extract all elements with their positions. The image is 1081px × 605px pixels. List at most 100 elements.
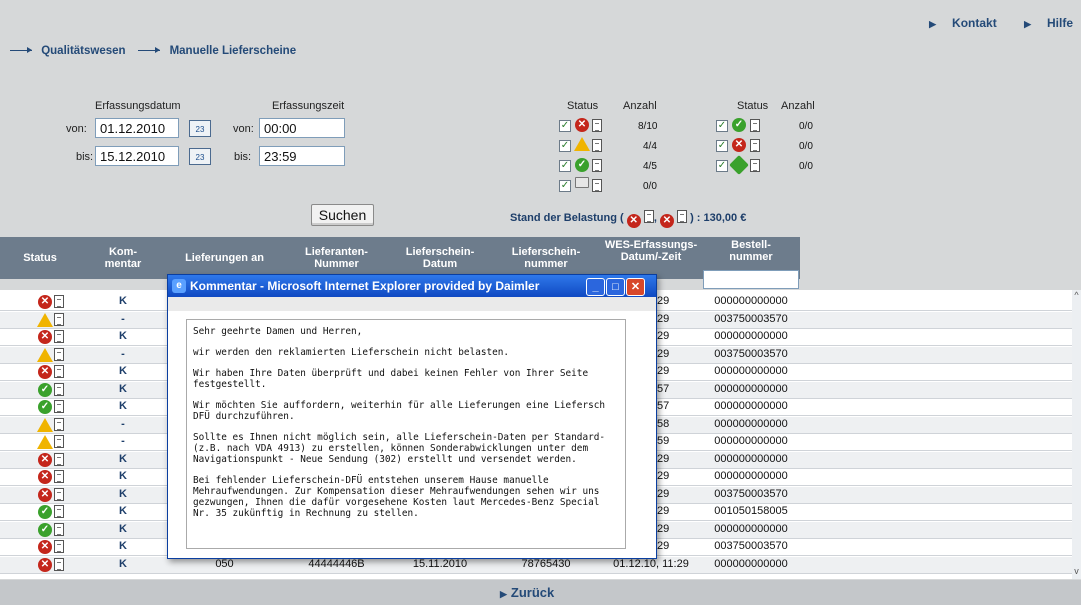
cell-kom[interactable]: K (82, 470, 164, 482)
cell-kom[interactable]: - (82, 348, 164, 360)
dialog-title: Kommentar - Microsoft Internet Explorer … (190, 279, 540, 293)
close-icon[interactable]: ✕ (626, 278, 645, 296)
header-status[interactable]: Status (0, 237, 80, 279)
triangle-right-icon: ▶ (929, 19, 937, 29)
envelope-icon (575, 177, 589, 188)
error-status-icon: ✕ (38, 557, 52, 572)
error-status-icon: ✕ (38, 470, 52, 484)
document-icon (54, 382, 64, 396)
cell-best: 003750003570 (714, 312, 788, 325)
comment-paragraph: Sehr geehrte Damen und Herren, (193, 326, 363, 337)
triangle-right-icon: ▶ (1024, 19, 1031, 29)
ok-status-icon: ✓ (38, 400, 52, 414)
cell-best: 000000000000 (714, 435, 788, 447)
date-to-input[interactable] (95, 146, 179, 166)
bestellnummer-filter-input[interactable] (703, 270, 799, 289)
cell-kom[interactable]: K (82, 400, 164, 412)
comment-paragraph: Sollte es Ihnen nicht möglich sein, alle… (193, 432, 606, 465)
dialog-titlebar[interactable]: e Kommentar - Microsoft Internet Explore… (168, 275, 656, 297)
cell-kom[interactable]: K (82, 505, 164, 517)
breadcrumb: Qualitätswesen Manuelle Lieferscheine (10, 45, 296, 57)
comment-textarea[interactable]: Sehr geehrte Damen und Herren, wir werden… (186, 319, 626, 549)
zurueck-link[interactable]: ▶ Zurück (500, 585, 554, 600)
cell-kom[interactable]: K (82, 558, 164, 570)
ok-status-icon: ✓ (732, 118, 746, 132)
document-icon (54, 435, 64, 448)
breadcrumb-qualitaetswesen[interactable]: Qualitätswesen (41, 45, 125, 57)
status-filter-checkbox[interactable]: ✓ (716, 120, 728, 132)
error-status-icon: ✕ (732, 138, 746, 152)
status-filter-checkbox[interactable]: ✓ (716, 160, 728, 172)
header-lieferschein-nummer[interactable]: Lieferschein- nummer (492, 237, 600, 279)
document-icon (592, 179, 602, 192)
search-button[interactable]: Suchen (311, 204, 374, 226)
cell-kom[interactable]: - (82, 435, 164, 447)
table-row[interactable]: ✕ K 050 44444446B 15.11.2010 78765430 01.12.10… (0, 556, 1072, 574)
status-count: 8/10 (638, 121, 658, 132)
error-status-icon: ✕ (38, 487, 52, 502)
cell-kom[interactable]: K (82, 330, 164, 342)
status-filter-checkbox[interactable]: ✓ (559, 120, 571, 132)
kontakt-link[interactable]: ▶ Kontakt (917, 16, 997, 30)
warning-status-icon (37, 347, 53, 362)
calendar-icon[interactable]: 23 (189, 148, 211, 165)
calendar-icon[interactable]: 23 (189, 120, 211, 137)
time-from-label: von: (233, 123, 254, 135)
status-count: 4/5 (643, 161, 657, 172)
cell-kom[interactable]: - (82, 418, 164, 430)
cell-kom[interactable]: - (82, 313, 164, 325)
breadcrumb-manuelle-lieferscheine[interactable]: Manuelle Lieferscheine (170, 45, 297, 57)
comment-paragraph: Bei fehlender Lieferschein-DFÜ entstehen… (193, 475, 606, 519)
zurueck-label: Zurück (510, 585, 555, 600)
header-kommentar[interactable]: Kom- mentar (82, 237, 164, 279)
cell-wes: 01.12.10, 11:29 (613, 557, 689, 570)
hilfe-link[interactable]: ▶ Hilfe (1012, 16, 1073, 30)
cell-kom[interactable]: K (82, 540, 164, 552)
kontakt-label: Kontakt (952, 16, 997, 30)
document-icon (750, 159, 760, 172)
document-icon (54, 487, 64, 501)
time-to-input[interactable] (259, 146, 345, 166)
status-filter-checkbox[interactable]: ✓ (559, 140, 571, 152)
count-header-left: Anzahl (623, 100, 657, 112)
date-from-input[interactable] (95, 118, 179, 138)
error-status-icon: ✕ (626, 214, 641, 228)
document-icon (54, 522, 64, 536)
header-lieferanten-nummer[interactable]: Lieferanten- Nummer (285, 237, 388, 279)
cell-kom[interactable]: K (82, 295, 164, 307)
erfassungsdatum-label: Erfassungsdatum (95, 100, 181, 112)
cell-kom[interactable]: K (82, 488, 164, 500)
scroll-down-icon[interactable]: v (1072, 566, 1081, 578)
status-filter-checkbox[interactable]: ✓ (559, 180, 571, 192)
header-lieferschein-datum[interactable]: Lieferschein- Datum (390, 237, 490, 279)
cell-kom[interactable]: K (82, 453, 164, 465)
vertical-scrollbar[interactable] (1072, 290, 1081, 579)
minimize-icon[interactable]: _ (586, 278, 605, 296)
ok-status-icon: ✓ (575, 158, 589, 172)
document-icon (54, 470, 64, 483)
maximize-icon[interactable]: □ (606, 278, 625, 296)
document-icon (592, 139, 602, 152)
document-icon (54, 452, 64, 466)
comment-paragraph: Wir möchten Sie auffordern, weiterhin fü… (193, 400, 611, 422)
status-filter-checkbox[interactable]: ✓ (716, 140, 728, 152)
cell-best: 000000000000 (714, 365, 788, 377)
document-icon (54, 347, 64, 361)
error-status-icon: ✕ (38, 365, 52, 379)
top-navigation: ▶ Kontakt ▶ Hilfe (905, 16, 1073, 30)
cell-kom[interactable]: K (82, 523, 164, 535)
filter-panel: Erfassungsdatum Erfassungszeit von: 23 v… (0, 90, 1081, 235)
header-lieferungen-an[interactable]: Lieferungen an (166, 237, 283, 279)
header-filler (800, 237, 1081, 279)
cell-best: 003750003570 (714, 487, 788, 500)
cell-best: 003750003570 (714, 540, 788, 552)
cell-best: 000000000000 (714, 295, 788, 307)
scroll-up-icon[interactable]: ^ (1072, 290, 1081, 302)
status-header-right: Status (737, 100, 769, 112)
cell-kom[interactable]: K (82, 383, 164, 395)
comment-paragraph: Wir haben Ihre Daten überprüft und dabei… (193, 368, 594, 390)
status-filter-checkbox[interactable]: ✓ (559, 160, 571, 172)
ok-status-icon: ✓ (38, 382, 52, 397)
cell-kom[interactable]: K (82, 365, 164, 377)
time-from-input[interactable] (259, 118, 345, 138)
